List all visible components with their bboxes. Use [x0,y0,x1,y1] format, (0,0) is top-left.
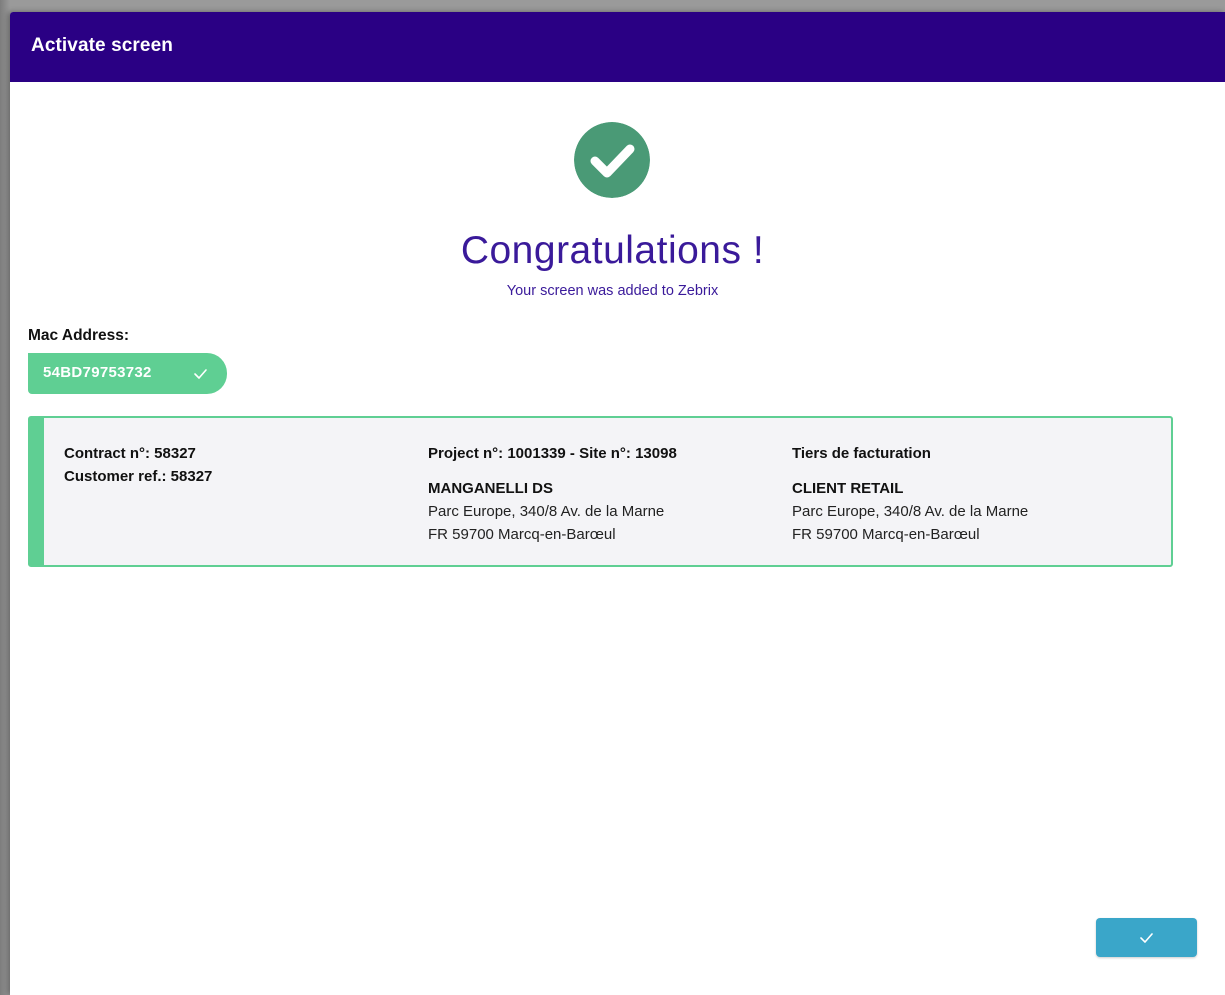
customer-reference: Customer ref.: 58327 [64,468,213,485]
mac-address-label: Mac Address: [28,327,130,344]
contract-info-card: Contract n°: 58327 Customer ref.: 58327 … [28,416,1173,567]
billing-address-line2: FR 59700 Marcq-en-Barœul [792,526,980,543]
contract-column: Contract n°: 58327 Customer ref.: 58327 [64,442,212,488]
billing-address-line1: Parc Europe, 340/8 Av. de la Marne [792,503,1029,520]
project-company-name: MANGANELLI DS [428,480,553,497]
checkmark-icon [194,369,207,379]
mac-address-badge: 54BD79753732 [28,353,227,394]
checkmark-icon [1140,933,1153,943]
contract-number: Contract n°: 58327 [64,445,196,462]
project-site-header: Project n°: 1001339 - Site n°: 13098 [428,445,677,462]
confirm-button[interactable] [1096,918,1197,957]
dialog-header: Activate screen [10,12,1225,82]
project-address-line1: Parc Europe, 340/8 Av. de la Marne [428,503,665,520]
project-address-line2: FR 59700 Marcq-en-Barœul [428,526,616,543]
billing-column: Tiers de facturation CLIENT RETAIL Parc … [792,442,1028,546]
dialog-title: Activate screen [31,35,173,56]
project-column: Project n°: 1001339 - Site n°: 13098 MAN… [428,442,677,546]
mac-address-value: 54BD79753732 [43,364,152,381]
billing-header: Tiers de facturation [792,445,931,462]
success-message: Your screen was added to Zebrix [506,283,719,299]
check-circle-icon [574,122,650,198]
success-heading: Congratulations ! [460,229,765,272]
billing-company-name: CLIENT RETAIL [792,480,904,497]
